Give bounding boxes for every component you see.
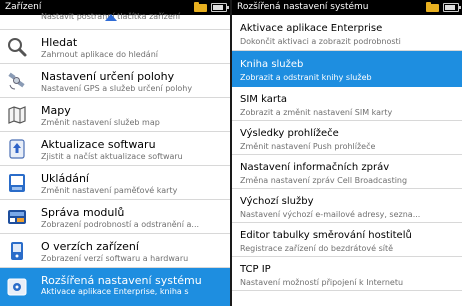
memory-card-icon <box>9 174 25 192</box>
list-item-host-routing-table[interactable]: Editor tabulky směrování hostitelů Regis… <box>232 223 462 257</box>
list-item-title: Hledat <box>41 36 78 49</box>
software-update-icon <box>9 139 25 159</box>
list-item-subtitle: Zobrazit a změnit nastavení SIM karty <box>240 108 393 117</box>
list-item-subtitle: Nastavení GPS a služeb určení polohy <box>41 84 193 93</box>
screen-title: Rozšířená nastavení systému <box>237 2 369 12</box>
list-item-subtitle: Zobrazit a odstranit knihy služeb <box>240 73 372 82</box>
list-item-cell-broadcast[interactable]: Nastavení informačních zpráv Změna nasta… <box>232 155 462 189</box>
list-item-partial[interactable]: Nastavit postranní tlačítka zařízení <box>0 12 230 30</box>
advanced-system-settings-screen: Rozšířená nastavení systému Aktivace apl… <box>232 0 462 306</box>
list-item-service-book[interactable]: Kniha služeb Zobrazit a odstranit knihy … <box>232 51 462 87</box>
scroll-up-icon[interactable] <box>105 14 117 21</box>
list-item-subtitle: Zjistit a načíst aktualizace softwaru <box>41 152 183 161</box>
list-item-location[interactable]: Nastavení určení polohy Nastavení GPS a … <box>0 64 230 98</box>
list-item-title: Výchozí služby <box>240 196 314 207</box>
folder-icon <box>194 1 207 12</box>
device-settings-screen: Zařízení Nastavit postranní tlačítka zař… <box>0 0 230 306</box>
status-bar: Rozšířená nastavení systému <box>232 0 462 15</box>
list-item-subtitle: Aktivace aplikace Enterprise, kniha s <box>41 287 189 296</box>
list-item-sim-card[interactable]: SIM karta Zobrazit a změnit nastavení SI… <box>232 87 462 121</box>
list-item-subtitle: Změna nastavení zpráv Cell Broadcasting <box>240 176 408 185</box>
list-item-title: Správa modulů <box>41 206 125 219</box>
list-item-subtitle: Zobrazení podrobností a odstranění a... <box>41 220 200 229</box>
list-item-title: Mapy <box>41 104 71 117</box>
list-item-title: Editor tabulky směrování hostitelů <box>240 230 412 241</box>
list-item-title: TCP IP <box>240 264 271 275</box>
status-icons <box>194 1 229 13</box>
list-item-title: Nastavení určení polohy <box>41 70 175 83</box>
list-item-subtitle: Zahrnout aplikace do hledání <box>41 50 159 59</box>
battery-icon <box>443 3 461 12</box>
list-item-title: Nastavení informačních zpráv <box>240 162 390 173</box>
list-item-subtitle: Změnit nastavení paměťové karty <box>41 186 178 195</box>
list-item-subtitle: Změnit nastavení služeb map <box>41 118 160 127</box>
battery-icon <box>211 3 229 12</box>
list-item-maps[interactable]: Mapy Změnit nastavení služeb map <box>0 98 230 132</box>
satellite-icon <box>8 72 25 90</box>
list-item-enterprise-activation[interactable]: Aktivace aplikace Enterprise Dokončit ak… <box>232 15 462 51</box>
list-item-software-update[interactable]: Aktualizace softwaru Zjistit a načíst ak… <box>0 132 230 166</box>
list-item-title: Aktivace aplikace Enterprise <box>240 23 383 34</box>
list-item-title: Kniha služeb <box>240 59 304 70</box>
advanced-settings-icon <box>7 278 27 296</box>
list-item-device-versions[interactable]: O verzích zařízení Zobrazení verzí softw… <box>0 234 230 268</box>
list-item-storage[interactable]: Ukládání Změnit nastavení paměťové karty <box>0 166 230 200</box>
screen-title: Zařízení <box>5 2 42 12</box>
list-item-tcp-ip[interactable]: TCP IP Nastavení možností připojení k In… <box>232 257 462 291</box>
folder-icon <box>426 1 439 12</box>
list-item-subtitle: Zobrazení verzí softwaru a hardwaru <box>41 254 189 263</box>
module-icon <box>8 210 26 224</box>
list-item-title: Ukládání <box>41 172 89 185</box>
list-item-modules[interactable]: Správa modulů Zobrazení podrobností a od… <box>0 200 230 234</box>
list-item-subtitle: Nastavení výchozí e-mailové adresy, sezn… <box>240 210 421 219</box>
list-item-subtitle: Registrace zařízení do bezdrátové sítě <box>240 244 394 253</box>
list-item-title: Rozšířená nastavení systému <box>41 274 202 287</box>
list-item-subtitle: Dokončit aktivaci a zobrazit podrobnosti <box>240 37 401 46</box>
list-item-title: O verzích zařízení <box>41 240 139 253</box>
status-icons <box>426 1 461 13</box>
list-item-advanced-settings[interactable]: Rozšířená nastavení systému Aktivace apl… <box>0 268 230 306</box>
map-icon <box>8 106 26 124</box>
list-item-subtitle: Nastavení možností připojení k Internetu <box>240 278 404 287</box>
list-item-title: Aktualizace softwaru <box>41 138 156 151</box>
list-item-default-services[interactable]: Výchozí služby Nastavení výchozí e-mailo… <box>232 189 462 223</box>
list-item-title: Výsledky prohlížeče <box>240 128 339 139</box>
device-info-icon <box>11 242 23 260</box>
search-icon <box>8 38 27 57</box>
list-item-title: SIM karta <box>240 94 288 105</box>
list-item-subtitle: Změnit nastavení Push prohlížeče <box>240 142 376 151</box>
list-item-search[interactable]: Hledat Zahrnout aplikace do hledání <box>0 30 230 64</box>
list-item-browser-push[interactable]: Výsledky prohlížeče Změnit nastavení Pus… <box>232 121 462 155</box>
